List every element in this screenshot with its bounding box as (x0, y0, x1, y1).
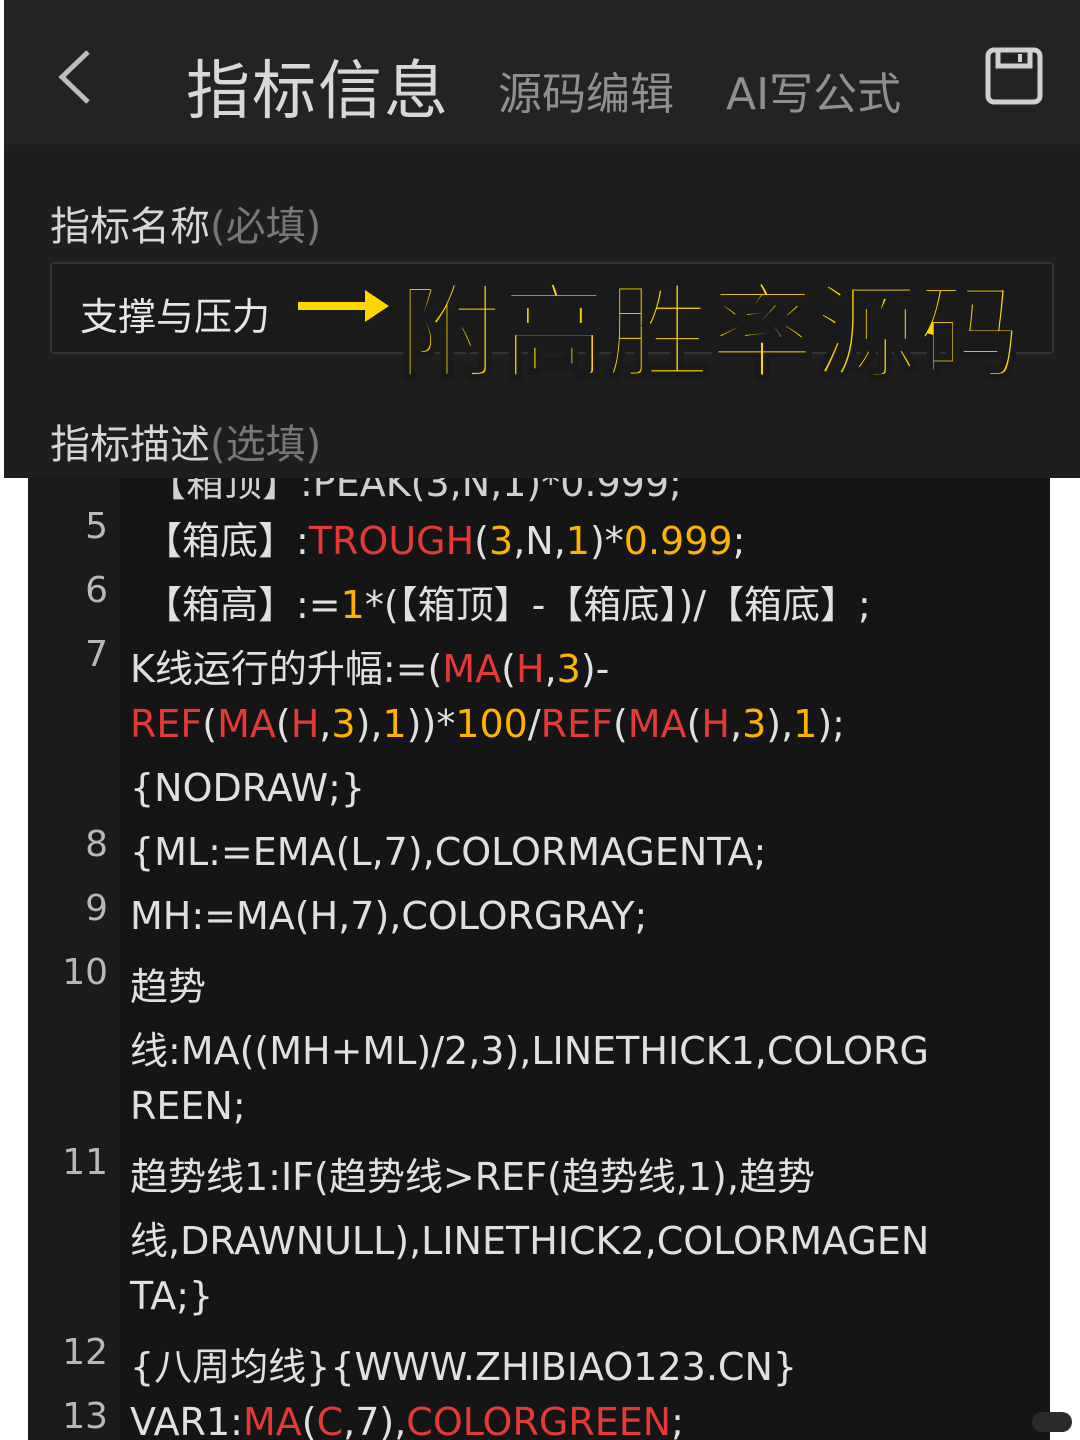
code-line-13: VAR1:MA(C,7),COLORGREEN; (130, 1400, 684, 1440)
code-line-11a: 趋势线1:IF(趋势线>REF(趋势线,1),趋势 (130, 1155, 815, 1199)
line-number: 13 (62, 1396, 108, 1437)
line-number: 8 (85, 824, 108, 865)
code-line-6: 【箱高】:=1*(【箱顶】-【箱底】)/【箱底】; (144, 583, 871, 627)
code-editor[interactable]: 5 6 7 8 9 10 11 12 13 【箱顶】:PEAK(3,N,1)*0… (28, 478, 1050, 1440)
code-line-5: 【箱底】:TROUGH(3,N,1)*0.999; (144, 519, 746, 563)
indicator-name-value: 支撑与压力 (80, 295, 271, 339)
line-number: 11 (62, 1142, 108, 1183)
line-number: 7 (85, 634, 108, 675)
name-label: 指标名称(必填) (50, 204, 322, 250)
code-line-10c: REEN; (130, 1084, 246, 1128)
top-bar: 指标信息 源码编辑 AI写公式 (4, 0, 1080, 145)
code-line-partial: 【箱顶】:PEAK(3,N,1)*0.999; (148, 478, 682, 505)
line-number: 9 (85, 888, 108, 929)
line-number: 5 (85, 506, 108, 547)
line-number: 12 (62, 1332, 108, 1373)
code-line-7b: REF(MA(H,3),1))*100/REF(MA(H,3),1); (130, 702, 845, 746)
code-line-9: MH:=MA(H,7),COLORGRAY; (130, 894, 648, 938)
form-panel: 指标信息 源码编辑 AI写公式 指标名称(必填) 支撑与压力 指标描述(选填) (4, 0, 1080, 478)
page-title: 指标信息 (186, 55, 450, 129)
watermark-badge (1032, 1412, 1072, 1432)
code-line-12: {八周均线}{WWW.ZHIBIAO123.CN} (130, 1345, 798, 1389)
code-line-10a: 趋势 (130, 965, 207, 1009)
code-line-10b: 线:MA((MH+ML)/2,3),LINETHICK1,COLORG (130, 1029, 929, 1073)
save-icon[interactable] (984, 46, 1044, 106)
code-line-11c: TA;} (130, 1274, 214, 1318)
line-number: 6 (85, 570, 108, 611)
code-line-8: {ML:=EMA(L,7),COLORMAGENTA; (130, 830, 767, 874)
code-line-7a: K线运行的升幅:=(MA(H,3)- (130, 647, 610, 691)
line-gutter: 5 6 7 8 9 10 11 12 13 (28, 478, 120, 1440)
code-line-11b: 线,DRAWNULL),LINETHICK2,COLORMAGEN (130, 1219, 930, 1263)
back-icon[interactable] (44, 42, 114, 112)
tab-source-edit[interactable]: 源码编辑 (498, 58, 674, 122)
promo-overlay-text: 附高胜率源码 (396, 271, 1023, 396)
description-label: 指标描述(选填) (50, 422, 322, 468)
line-number: 10 (62, 952, 108, 993)
code-line-7c: {NODRAW;} (130, 766, 366, 810)
tab-ai-formula[interactable]: AI写公式 (726, 58, 901, 122)
arrow-icon (296, 284, 394, 328)
